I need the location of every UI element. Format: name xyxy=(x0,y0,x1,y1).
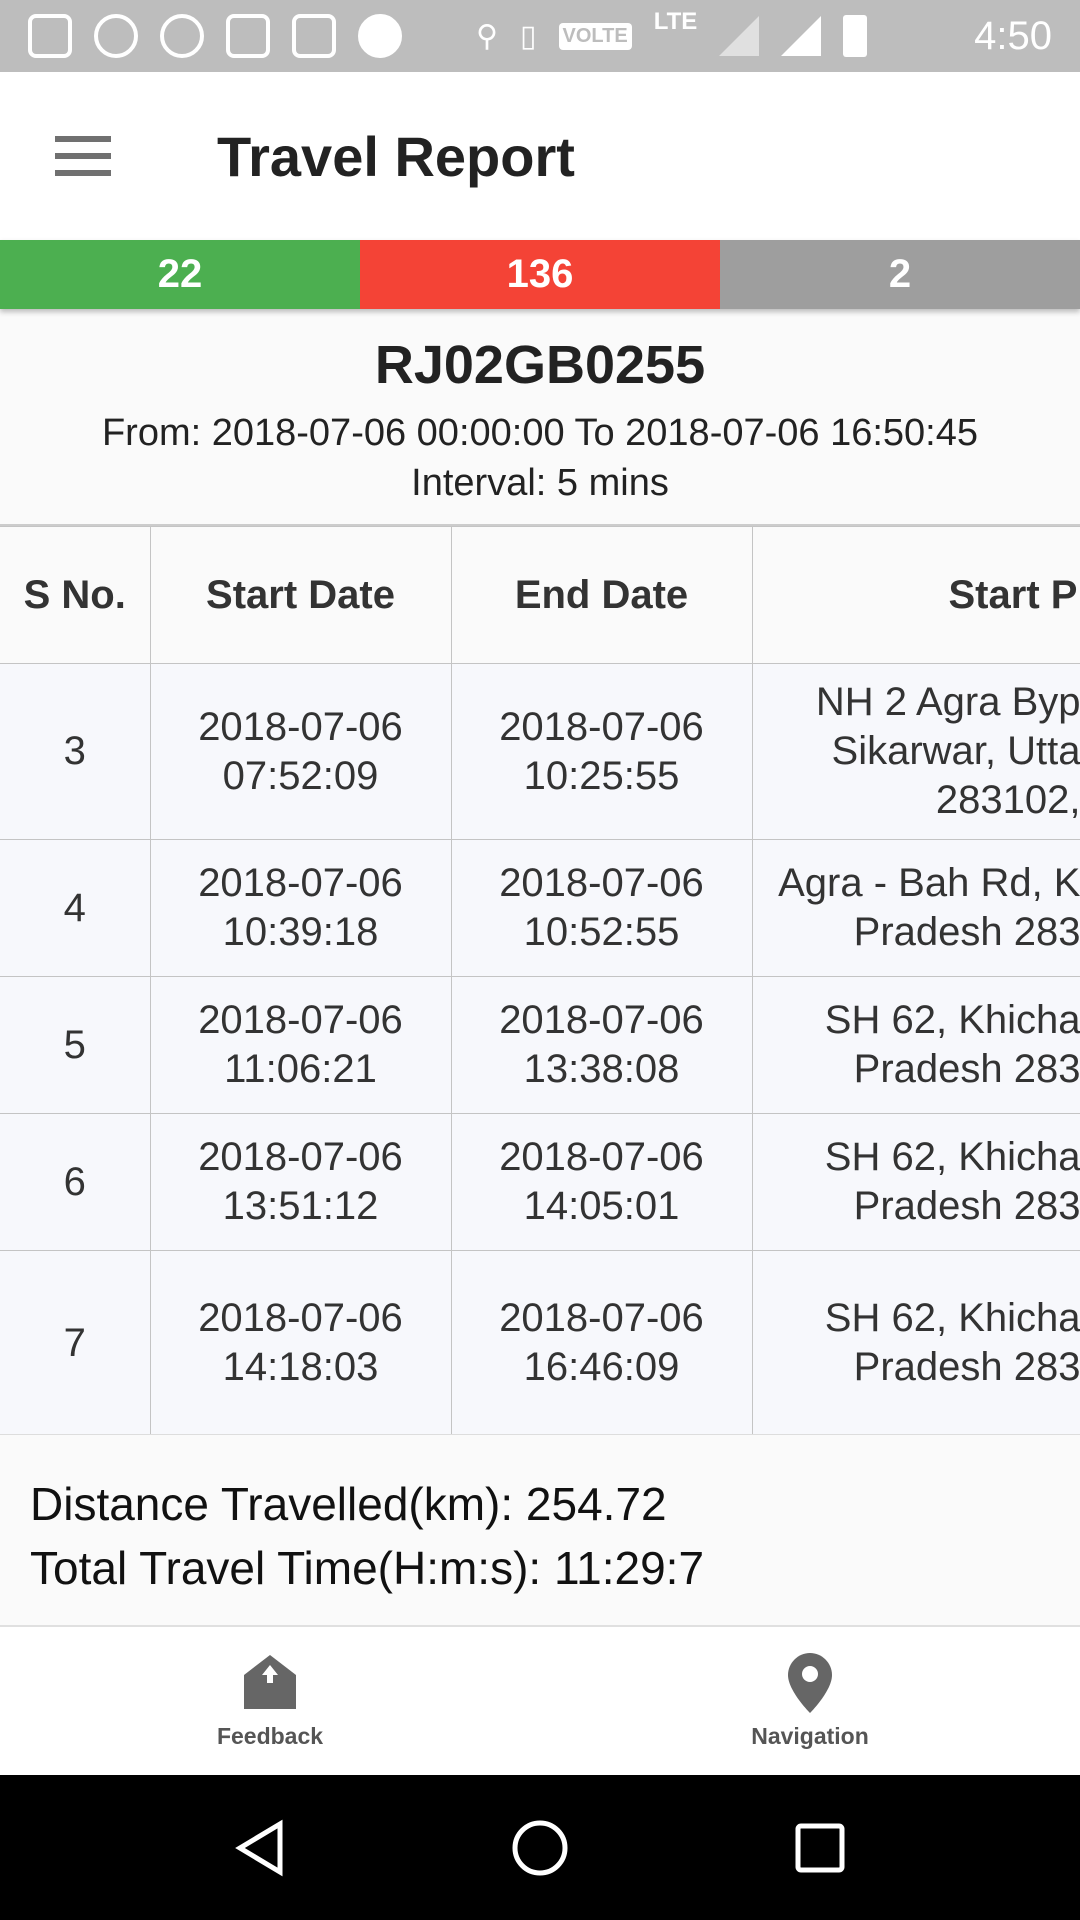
clock: 4:50 xyxy=(974,13,1052,58)
cell-start-place: SH 62, Khicha Pradesh 283 xyxy=(751,976,1080,1114)
bottom-navigation: Feedback Navigation xyxy=(0,1627,1080,1775)
table-row[interactable]: 3 2018-07-06 07:52:09 2018-07-06 10:25:55 N… xyxy=(0,663,1080,840)
app-bar: Travel Report xyxy=(0,72,1080,240)
cell-end-date: 2018-07-06 10:25:55 xyxy=(450,663,753,840)
total-travel-time: Total Travel Time(H:m:s): 11:29:7 xyxy=(30,1542,705,1594)
volte-badge: VOLTE xyxy=(558,22,632,50)
cell-start-date: 2018-07-06 11:06:21 xyxy=(149,976,452,1114)
cell-start-place-text: SH 62, Khicha Pradesh 283 xyxy=(824,1135,1080,1228)
shareit-icon xyxy=(94,14,138,58)
col-start-place: Start P xyxy=(751,526,1080,664)
interval: Interval: 5 mins xyxy=(411,462,669,504)
report-info: RJ02GB0255 From: 2018-07-06 00:00:00 To … xyxy=(0,309,1080,524)
location-pin-icon xyxy=(788,1652,832,1713)
cell-start-date: 2018-07-06 10:39:18 xyxy=(149,839,452,977)
cell-start-date: 2018-07-06 13:51:12 xyxy=(149,1113,452,1251)
cell-sno: 6 xyxy=(0,1113,151,1251)
cell-end-date: 2018-07-06 14:05:01 xyxy=(450,1113,753,1251)
cell-end-date: 2018-07-06 16:46:09 xyxy=(450,1250,753,1434)
home-icon[interactable] xyxy=(510,1818,570,1878)
col-start-date: Start Date xyxy=(149,526,452,664)
system-nav-bar xyxy=(0,1775,1080,1920)
battery-icon xyxy=(843,15,868,57)
feedback-button[interactable]: Feedback xyxy=(0,1627,540,1775)
cell-start-place-text: Agra - Bah Rd, K Pradesh 283 xyxy=(778,861,1080,954)
signal-icon xyxy=(719,16,760,56)
summary: Distance Travelled(km): 254.72 Total Tra… xyxy=(0,1434,1080,1627)
cell-start-date: 2018-07-06 07:52:09 xyxy=(149,663,452,840)
table-header: S No. Start Date End Date Start P xyxy=(0,526,1080,664)
col-start-place-label: Start P xyxy=(948,572,1078,617)
network-type: LTE xyxy=(653,8,698,35)
cell-start-place: Agra - Bah Rd, K Pradesh 283 xyxy=(751,839,1080,977)
signal-icon xyxy=(781,16,822,56)
status-summary-bar: 22 136 2 xyxy=(0,240,1080,309)
cell-start-place-text: SH 62, Khicha Pradesh 283 xyxy=(824,998,1080,1091)
cell-sno: 5 xyxy=(0,976,151,1114)
cell-end-date: 2018-07-06 13:38:08 xyxy=(450,976,753,1114)
cell-sno: 7 xyxy=(0,1250,151,1434)
date-range: From: 2018-07-06 00:00:00 To 2018-07-06 … xyxy=(101,412,979,454)
cell-start-place: NH 2 Agra Byp Sikarwar, Utta 283102, xyxy=(751,663,1080,840)
cell-sno: 4 xyxy=(0,839,151,977)
page-title: Travel Report xyxy=(217,124,575,188)
location-icon: ⚲ xyxy=(476,19,498,53)
cell-sno: 3 xyxy=(0,663,151,840)
back-icon[interactable] xyxy=(230,1818,290,1878)
status-bar: ⚲ ▯ VOLTE LTE 4:50 xyxy=(0,0,1080,72)
vehicle-number: RJ02GB0255 xyxy=(374,335,706,395)
cell-start-date: 2018-07-06 14:18:03 xyxy=(149,1250,452,1434)
navigation-label: Navigation xyxy=(751,1722,869,1749)
recents-icon[interactable] xyxy=(790,1818,850,1878)
vibrate-icon: ▯ xyxy=(519,19,537,53)
circle-icon xyxy=(358,14,402,58)
table-row[interactable]: 7 2018-07-06 14:18:03 2018-07-06 16:46:09 S… xyxy=(0,1250,1080,1434)
stat-grey[interactable]: 2 xyxy=(720,240,1080,309)
notification-icon xyxy=(28,14,72,58)
table-row[interactable]: 4 2018-07-06 10:39:18 2018-07-06 10:52:55 A… xyxy=(0,839,1080,977)
cell-start-place-text: SH 62, Khicha Pradesh 283 xyxy=(824,1296,1080,1389)
feedback-icon xyxy=(244,1654,296,1709)
col-sno: S No. xyxy=(0,526,151,664)
report-table[interactable]: S No. Start Date End Date Start P 3 2018-… xyxy=(0,524,1080,1434)
gmail-icon xyxy=(226,14,270,58)
navigation-button[interactable]: Navigation xyxy=(540,1627,1080,1775)
table-row[interactable]: 6 2018-07-06 13:51:12 2018-07-06 14:05:01 S… xyxy=(0,1113,1080,1251)
cell-end-date: 2018-07-06 10:52:55 xyxy=(450,839,753,977)
distance-travelled: Distance Travelled(km): 254.72 xyxy=(30,1478,667,1530)
stat-green[interactable]: 22 xyxy=(0,240,360,309)
stat-red[interactable]: 136 xyxy=(360,240,720,309)
hamburger-icon[interactable] xyxy=(55,136,111,176)
cell-start-place: SH 62, Khicha Pradesh 283 xyxy=(751,1113,1080,1251)
col-end-date: End Date xyxy=(450,526,753,664)
feedback-label: Feedback xyxy=(216,1722,324,1749)
cell-start-place: SH 62, Khicha Pradesh 283 xyxy=(751,1250,1080,1434)
cell-start-place-text: NH 2 Agra Byp Sikarwar, Utta 283102, xyxy=(815,680,1080,822)
gmail-icon xyxy=(292,14,336,58)
whatsapp-icon xyxy=(160,14,204,58)
table-row[interactable]: 5 2018-07-06 11:06:21 2018-07-06 13:38:08 S… xyxy=(0,976,1080,1114)
